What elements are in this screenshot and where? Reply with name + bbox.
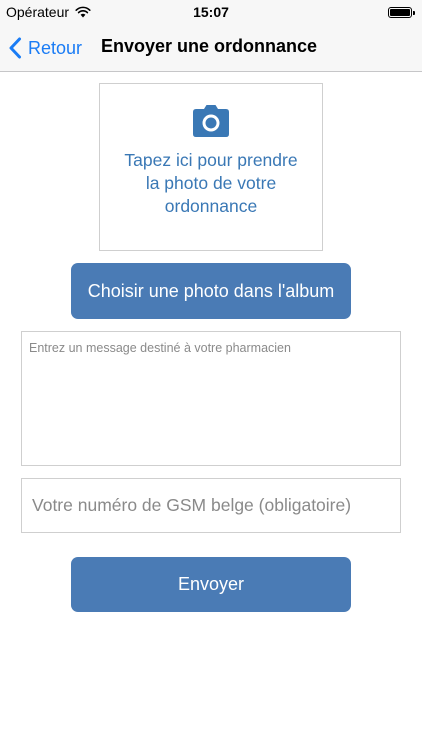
screen: Opérateur 15:07 Retour Envoyer une ordon… — [0, 0, 422, 750]
send-button[interactable]: Envoyer — [71, 557, 351, 612]
choose-album-photo-button[interactable]: Choisir une photo dans l'album — [71, 263, 351, 319]
page-title: Envoyer une ordonnance — [101, 36, 318, 56]
take-photo-label: Tapez ici pour prendre la photo de votre… — [124, 150, 298, 216]
battery-tip — [412, 10, 415, 15]
back-button[interactable]: Retour — [8, 34, 82, 62]
message-field[interactable] — [21, 331, 401, 466]
battery-icon — [388, 7, 415, 18]
phone-number-field[interactable] — [21, 478, 401, 533]
status-bar: Opérateur 15:07 — [0, 0, 422, 24]
battery-fill — [390, 9, 410, 16]
take-photo-button[interactable]: Tapez ici pour prendre la photo de votre… — [99, 83, 323, 251]
camera-icon — [193, 105, 229, 137]
status-time: 15:07 — [193, 4, 229, 20]
back-label: Retour — [28, 37, 83, 58]
nav-bar: Retour Envoyer une ordonnance — [0, 24, 422, 72]
chevron-left-icon — [9, 37, 21, 59]
